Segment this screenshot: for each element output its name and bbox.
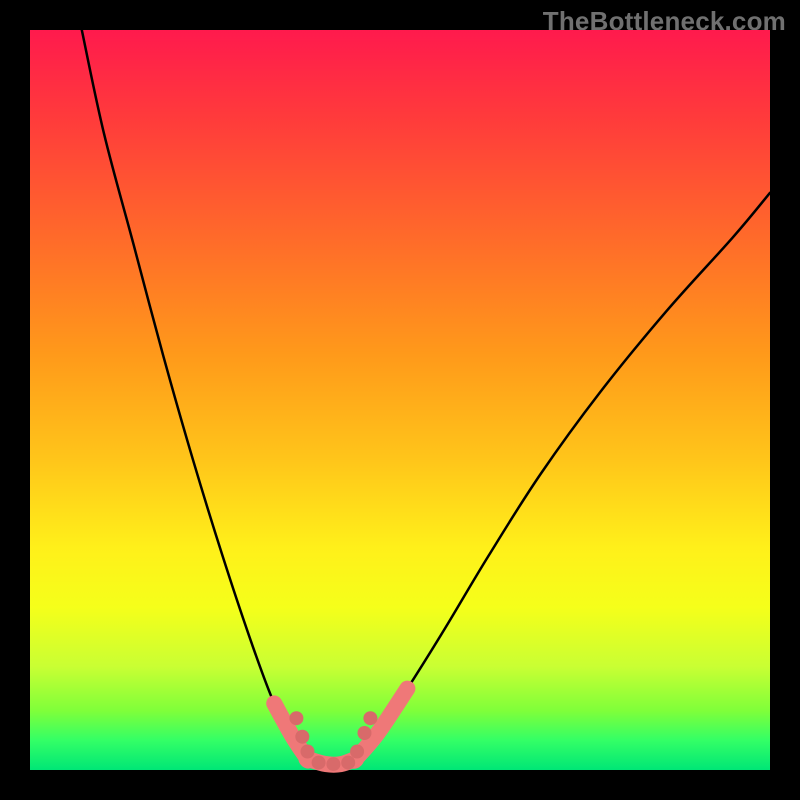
left-bottleneck-curve xyxy=(82,30,308,759)
highlight-dot xyxy=(341,756,355,770)
highlight-dot xyxy=(350,745,364,759)
highlight-dot xyxy=(295,730,309,744)
highlight-dot xyxy=(289,711,303,725)
highlight-dot xyxy=(312,756,326,770)
highlight-dot xyxy=(363,711,377,725)
right-bottleneck-curve xyxy=(356,193,770,759)
highlight-dot xyxy=(326,757,340,771)
gradient-plot-area xyxy=(30,30,770,770)
curve-layer xyxy=(30,30,770,770)
chart-frame: TheBottleneck.com xyxy=(0,0,800,800)
plateau-segment xyxy=(274,689,407,765)
highlight-dot xyxy=(357,726,371,740)
highlight-dot xyxy=(301,745,315,759)
